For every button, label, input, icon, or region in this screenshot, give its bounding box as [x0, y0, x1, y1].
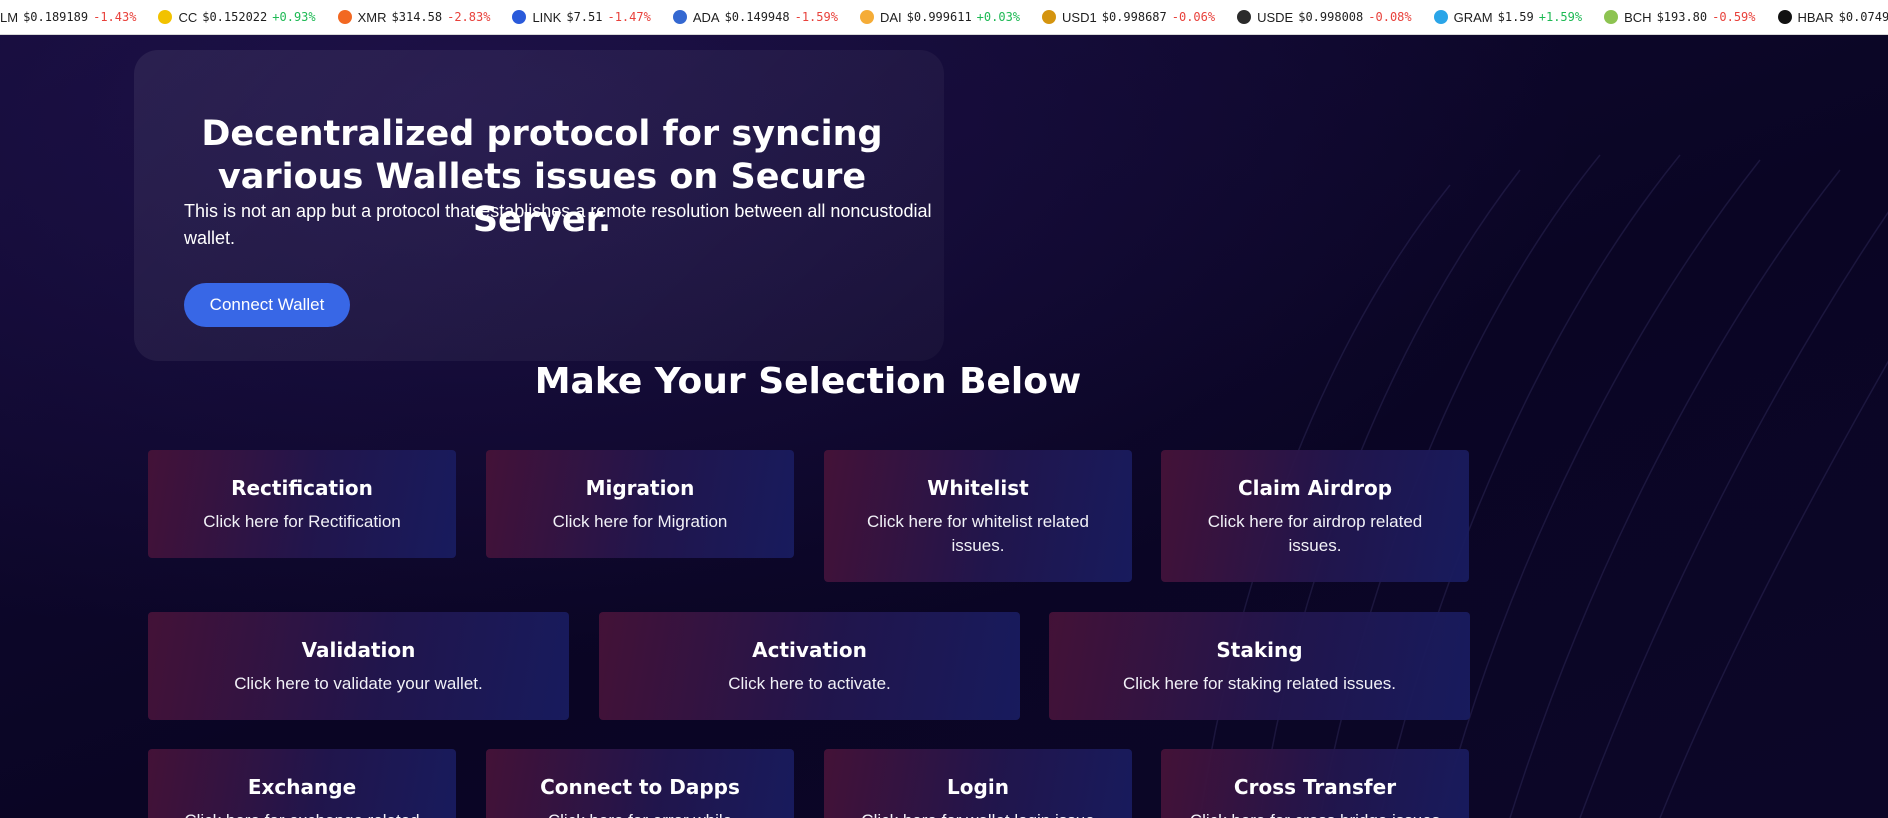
cc-icon — [158, 10, 173, 24]
card-claim-airdrop[interactable]: Claim Airdrop Click here for airdrop rel… — [1161, 450, 1469, 582]
ticker-symbol: GRAM — [1453, 9, 1493, 25]
card-title: Connect to Dapps — [540, 775, 740, 799]
ticker-symbol: DAI — [879, 9, 902, 25]
bitcoin-cash-icon — [1604, 10, 1619, 24]
card-description: Click here for exchange related — [170, 809, 435, 818]
ticker-item-usde[interactable]: USDE $0.998008 -0.08% — [1237, 10, 1412, 25]
card-title: Login — [947, 775, 1009, 799]
ticker-item-gram[interactable]: GRAM $1.59 +1.59% — [1433, 9, 1583, 25]
ticker-change: +1.59% — [1538, 10, 1583, 24]
card-title: Cross Transfer — [1233, 775, 1397, 799]
card-exchange[interactable]: Exchange Click here for exchange related — [148, 749, 456, 818]
card-description: Click here to validate your wallet. — [234, 674, 483, 693]
card-description: Click here for cross bridge issues — [1183, 809, 1448, 818]
ticker-price: $7.51 — [566, 10, 603, 24]
ticker-symbol: XMR — [357, 9, 387, 25]
card-description: Click here for staking related issues. — [1122, 674, 1397, 693]
ticker-price: $193.80 — [1656, 10, 1708, 24]
ticker-item-bch[interactable]: BCH $193.80 -0.59% — [1604, 9, 1756, 25]
card-rectification[interactable]: Rectification Click here for Rectificati… — [148, 450, 456, 558]
section-title: Make Your Selection Below — [534, 361, 1082, 402]
ticker-price: $0.999611 — [906, 10, 972, 24]
card-description: Click here for Rectification — [203, 512, 401, 531]
ticker-price: $0.149948 — [724, 10, 790, 24]
ticker-change: -1.59% — [794, 10, 838, 24]
card-title: Activation — [752, 638, 867, 662]
card-title: Migration — [585, 476, 695, 500]
ticker-change: -0.06% — [1171, 10, 1216, 24]
card-description: Click here to activate. — [728, 674, 891, 693]
card-login[interactable]: Login Click here for wallet login issue — [824, 749, 1132, 818]
card-title: Claim Airdrop — [1237, 476, 1393, 500]
card-migration[interactable]: Migration Click here for Migration — [486, 450, 794, 558]
card-connect-to-dapps[interactable]: Connect to Dapps Click here for error wh… — [486, 749, 794, 818]
ticker-item-cc[interactable]: CC $0.152022 +0.93% — [158, 9, 316, 25]
card-description: Click here for error while — [508, 809, 773, 818]
card-description: Click here for wallet login issue — [846, 809, 1111, 818]
hedera-icon — [1777, 10, 1792, 24]
ticker-item-link[interactable]: LINK $7.51 -1.47% — [512, 9, 651, 25]
card-whitelist[interactable]: Whitelist Click here for whitelist relat… — [824, 450, 1132, 582]
ticker-price: $0.07498 — [1838, 10, 1888, 24]
ticker-price: $1.59 — [1497, 10, 1534, 24]
ticker-change: -2.83% — [447, 10, 491, 24]
ticker-item-dai[interactable]: DAI $0.999611 +0.03% — [859, 9, 1021, 25]
ticker-symbol: LM — [0, 9, 19, 25]
ticker-symbol: LINK — [532, 9, 562, 25]
monero-icon — [337, 10, 352, 24]
ticker-price: $0.152022 — [202, 10, 268, 24]
ticker-item-hbar[interactable]: HBAR $0.07498 — [1777, 9, 1888, 25]
usd1-icon — [1042, 10, 1057, 24]
cardano-icon — [672, 10, 687, 24]
card-staking[interactable]: Staking Click here for staking related i… — [1049, 612, 1470, 720]
ticker-price: $314.58 — [391, 10, 443, 24]
ticker-change: -1.43% — [93, 10, 137, 24]
ticker-symbol: USDE — [1257, 9, 1294, 25]
card-title: Staking — [1216, 638, 1303, 662]
hero-card: Decentralized protocol for syncing vario… — [134, 50, 944, 361]
ticker-symbol: HBAR — [1797, 9, 1834, 25]
ticker-price: $0.998687 — [1101, 10, 1167, 24]
ticker-price: $0.189189 — [23, 10, 89, 24]
ticker-symbol: CC — [178, 9, 198, 25]
dai-icon — [859, 10, 874, 24]
card-title: Rectification — [231, 476, 373, 500]
card-title: Whitelist — [927, 476, 1029, 500]
price-ticker: LM $0.189189 -1.43% CC $0.152022 +0.93% XMR $31… — [0, 0, 1888, 35]
card-cross-transfer[interactable]: Cross Transfer Click here for cross brid… — [1161, 749, 1469, 818]
ticker-change: +0.93% — [272, 10, 316, 24]
ticker-change: -0.08% — [1368, 10, 1412, 24]
ticker-symbol: BCH — [1624, 9, 1652, 25]
ticker-change: -1.47% — [607, 10, 651, 24]
ticker-change: -0.59% — [1712, 10, 1756, 24]
ticker-item-lm[interactable]: LM $0.189189 -1.43% — [0, 10, 136, 25]
connect-wallet-button[interactable]: Connect Wallet — [184, 283, 350, 327]
ticker-symbol: USD1 — [1062, 9, 1097, 25]
ticker-change: +0.03% — [976, 10, 1021, 24]
usde-icon — [1237, 10, 1252, 24]
gram-icon — [1433, 10, 1448, 24]
card-activation[interactable]: Activation Click here to activate. — [599, 612, 1020, 720]
ticker-symbol: ADA — [692, 9, 720, 25]
card-title: Validation — [301, 638, 416, 662]
card-description: Click here for Migration — [552, 512, 728, 531]
card-title: Exchange — [247, 775, 357, 799]
ticker-price: $0.998008 — [1298, 10, 1364, 24]
ticker-item-xmr[interactable]: XMR $314.58 -2.83% — [337, 9, 491, 25]
ticker-item-ada[interactable]: ADA $0.149948 -1.59% — [672, 9, 838, 25]
page-background: Decentralized protocol for syncing vario… — [0, 35, 1888, 818]
card-description: Click here for whitelist related issues. — [866, 512, 1090, 555]
card-validation[interactable]: Validation Click here to validate your w… — [148, 612, 569, 720]
ticker-item-usd1[interactable]: USD1 $0.998687 -0.06% — [1042, 10, 1215, 25]
hero-description: This is not an app but a protocol that e… — [184, 201, 932, 248]
card-description: Click here for airdrop related issues. — [1207, 512, 1423, 555]
chainlink-icon — [512, 10, 527, 24]
